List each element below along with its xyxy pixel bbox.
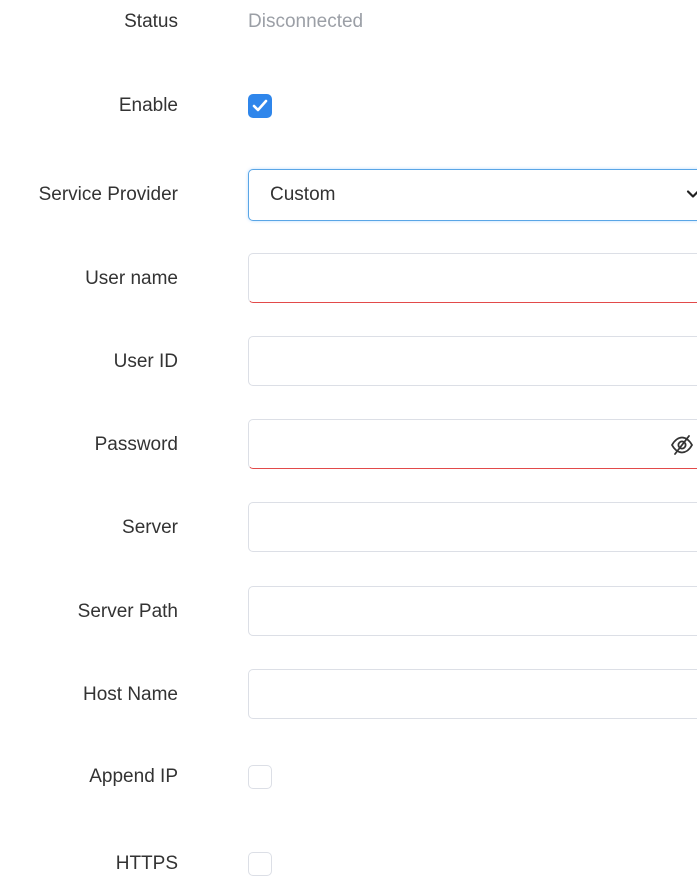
append-ip-checkbox[interactable]: [248, 765, 272, 789]
password-input[interactable]: [248, 419, 697, 469]
service-provider-row: Service Provider Custom: [0, 169, 697, 221]
status-row: Status Disconnected: [0, 0, 697, 48]
enable-label: Enable: [118, 95, 178, 116]
user-id-input[interactable]: [248, 336, 697, 386]
enable-row: Enable: [0, 80, 697, 132]
server-path-input[interactable]: [248, 586, 697, 636]
password-label: Password: [94, 434, 178, 455]
append-ip-label: Append IP: [89, 766, 178, 787]
chevron-down-icon: [686, 190, 697, 198]
status-label: Status: [124, 11, 178, 32]
eye-off-icon[interactable]: [670, 434, 694, 456]
user-name-input[interactable]: [248, 253, 697, 303]
status-value: Disconnected: [248, 11, 364, 32]
user-name-label: User name: [85, 268, 178, 289]
enable-checkbox[interactable]: [248, 94, 272, 118]
https-row: HTTPS: [0, 838, 697, 880]
service-provider-select[interactable]: Custom: [248, 169, 697, 221]
append-ip-row: Append IP: [0, 751, 697, 803]
host-name-row: Host Name: [0, 669, 697, 721]
user-id-row: User ID: [0, 336, 697, 388]
https-label: HTTPS: [115, 853, 178, 874]
host-name-input[interactable]: [248, 669, 697, 719]
service-provider-selected: Custom: [270, 184, 336, 205]
https-checkbox[interactable]: [248, 852, 272, 876]
checkmark-icon: [252, 99, 268, 112]
user-name-row: User name: [0, 253, 697, 305]
server-path-row: Server Path: [0, 586, 697, 638]
server-row: Server: [0, 502, 697, 554]
password-row: Password: [0, 419, 697, 471]
server-path-label: Server Path: [77, 601, 178, 622]
ddns-settings-form: Status Disconnected Enable Service Provi…: [0, 0, 697, 880]
service-provider-label: Service Provider: [38, 184, 178, 205]
host-name-label: Host Name: [82, 684, 178, 705]
server-input[interactable]: [248, 502, 697, 552]
server-label: Server: [122, 517, 178, 538]
user-id-label: User ID: [113, 351, 178, 372]
